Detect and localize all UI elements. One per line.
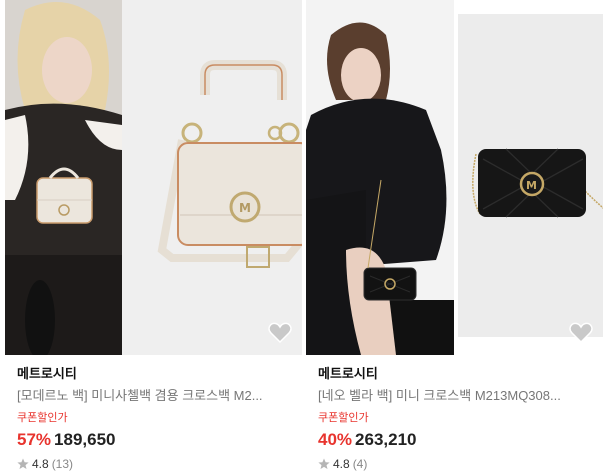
product-info: 메트로시티 [네오 벨라 백] 미니 크로스백 M213MQ308... 쿠폰할… — [306, 355, 603, 472]
heart-icon[interactable] — [569, 322, 593, 344]
review-count: (4) — [352, 457, 368, 471]
model-photo — [5, 0, 122, 355]
model-photo — [306, 0, 456, 355]
svg-text:M: M — [239, 201, 251, 215]
brand-name[interactable]: 메트로시티 — [17, 365, 294, 383]
product-title[interactable]: [네오 벨라 백] 미니 크로스백 M213MQ308... — [318, 386, 595, 406]
product-card[interactable]: M 메트로시티 [모데르노 백] 미니사첼백 겸용 크로스백 M2... 쿠폰할… — [5, 0, 302, 475]
review-count: (13) — [51, 457, 74, 471]
product-grid: M 메트로시티 [모데르노 백] 미니사첼백 겸용 크로스백 M2... 쿠폰할… — [5, 0, 603, 475]
product-info: 메트로시티 [모데르노 백] 미니사첼백 겸용 크로스백 M2... 쿠폰할인가… — [5, 355, 302, 472]
star-icon — [318, 458, 330, 469]
sale-price: 263,210 — [355, 430, 417, 449]
rating-value: 4.8 — [333, 457, 350, 471]
product-title[interactable]: [모데르노 백] 미니사첼백 겸용 크로스백 M2... — [17, 386, 294, 406]
discount-rate: 40% — [318, 430, 353, 449]
product-image[interactable]: M — [5, 0, 302, 355]
heart-icon[interactable] — [268, 322, 292, 344]
sale-price: 189,650 — [54, 430, 116, 449]
star-icon — [17, 458, 29, 469]
svg-text:M: M — [526, 179, 537, 192]
rating-row: 4.8 (13) — [17, 456, 294, 472]
model-illustration — [5, 0, 122, 355]
bag-illustration: M — [458, 14, 603, 337]
product-photo: M — [458, 14, 603, 337]
coupon-price-label: 쿠폰할인가 — [17, 412, 68, 424]
model-illustration — [306, 0, 456, 355]
product-photo: M — [122, 0, 302, 355]
product-card[interactable]: M 메트로시티 [네오 벨라 백] 미니 크로스백 M213MQ308... 쿠… — [306, 0, 603, 475]
product-image[interactable]: M — [306, 0, 603, 355]
discount-rate: 57% — [17, 430, 52, 449]
bag-illustration: M — [122, 0, 302, 355]
price-row: 40% 263,210 — [318, 429, 595, 451]
rating-value: 4.8 — [32, 457, 49, 471]
coupon-price-label: 쿠폰할인가 — [318, 412, 369, 424]
brand-name[interactable]: 메트로시티 — [318, 365, 595, 383]
price-row: 57% 189,650 — [17, 429, 294, 451]
rating-row: 4.8 (4) — [318, 456, 595, 472]
